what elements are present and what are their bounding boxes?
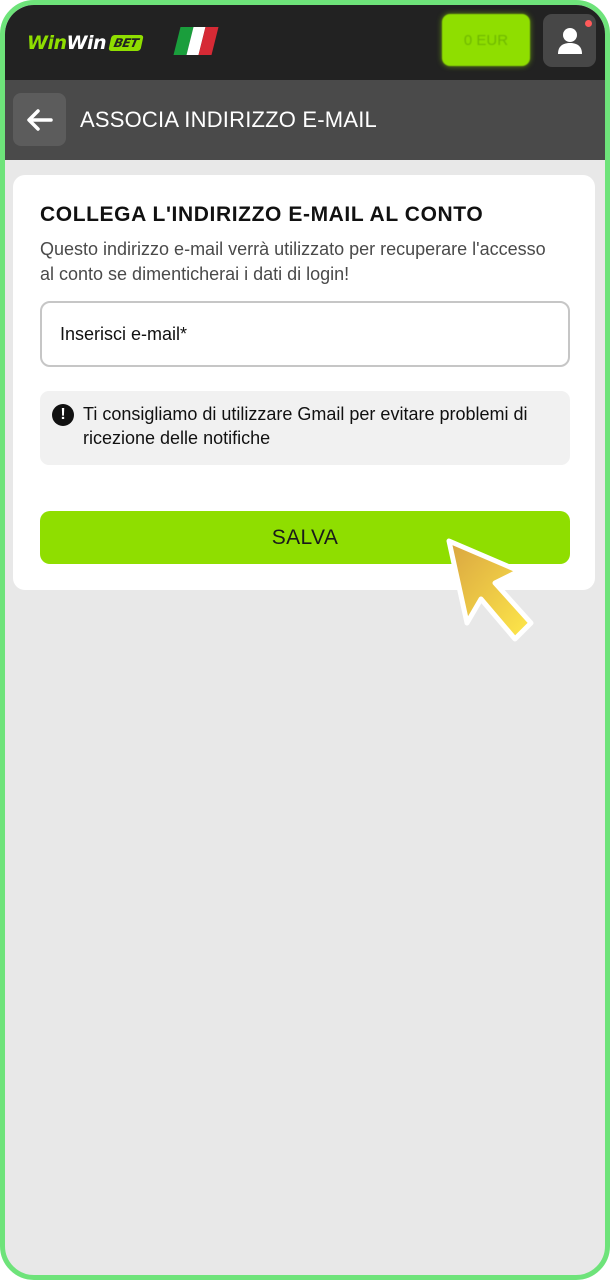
page-title: ASSOCIA INDIRIZZO E-MAIL <box>80 107 377 132</box>
exclamation-icon: ! <box>52 404 74 426</box>
profile-button[interactable] <box>543 14 596 67</box>
sub-header: ASSOCIA INDIRIZZO E-MAIL <box>5 80 605 160</box>
gmail-notice: ! Ti consigliamo di utilizzare Gmail per… <box>40 391 570 465</box>
logo-badge: BET <box>108 35 144 51</box>
arrow-left-icon <box>26 108 53 131</box>
balance-label: 0 EUR <box>463 31 509 49</box>
top-bar: Win Win BET 0 EUR <box>5 5 605 80</box>
balance-button[interactable]: 0 EUR <box>442 14 530 66</box>
logo-text-2: Win <box>66 32 107 54</box>
card-title: COLLEGA L'INDIRIZZO E-MAIL AL CONTO <box>40 203 484 226</box>
pointer-cursor-icon <box>446 538 534 642</box>
notification-dot <box>585 20 592 27</box>
email-input[interactable] <box>40 301 570 367</box>
back-button[interactable] <box>13 93 66 146</box>
card-description: Questo indirizzo e-mail verrà utilizzato… <box>40 239 546 284</box>
italy-flag-icon[interactable] <box>173 27 219 55</box>
phone-frame: Win Win BET 0 EUR ASSOCIA INDIRIZZO E-MA… <box>0 0 610 1280</box>
email-link-card: COLLEGA L'INDIRIZZO E-MAIL AL CONTO Ques… <box>13 175 595 590</box>
winwin-logo[interactable]: Win Win BET <box>27 31 144 55</box>
logo-text-1: Win <box>27 32 67 54</box>
user-icon <box>557 27 582 54</box>
notice-text: Ti consigliamo di utilizzare Gmail per e… <box>83 404 528 448</box>
